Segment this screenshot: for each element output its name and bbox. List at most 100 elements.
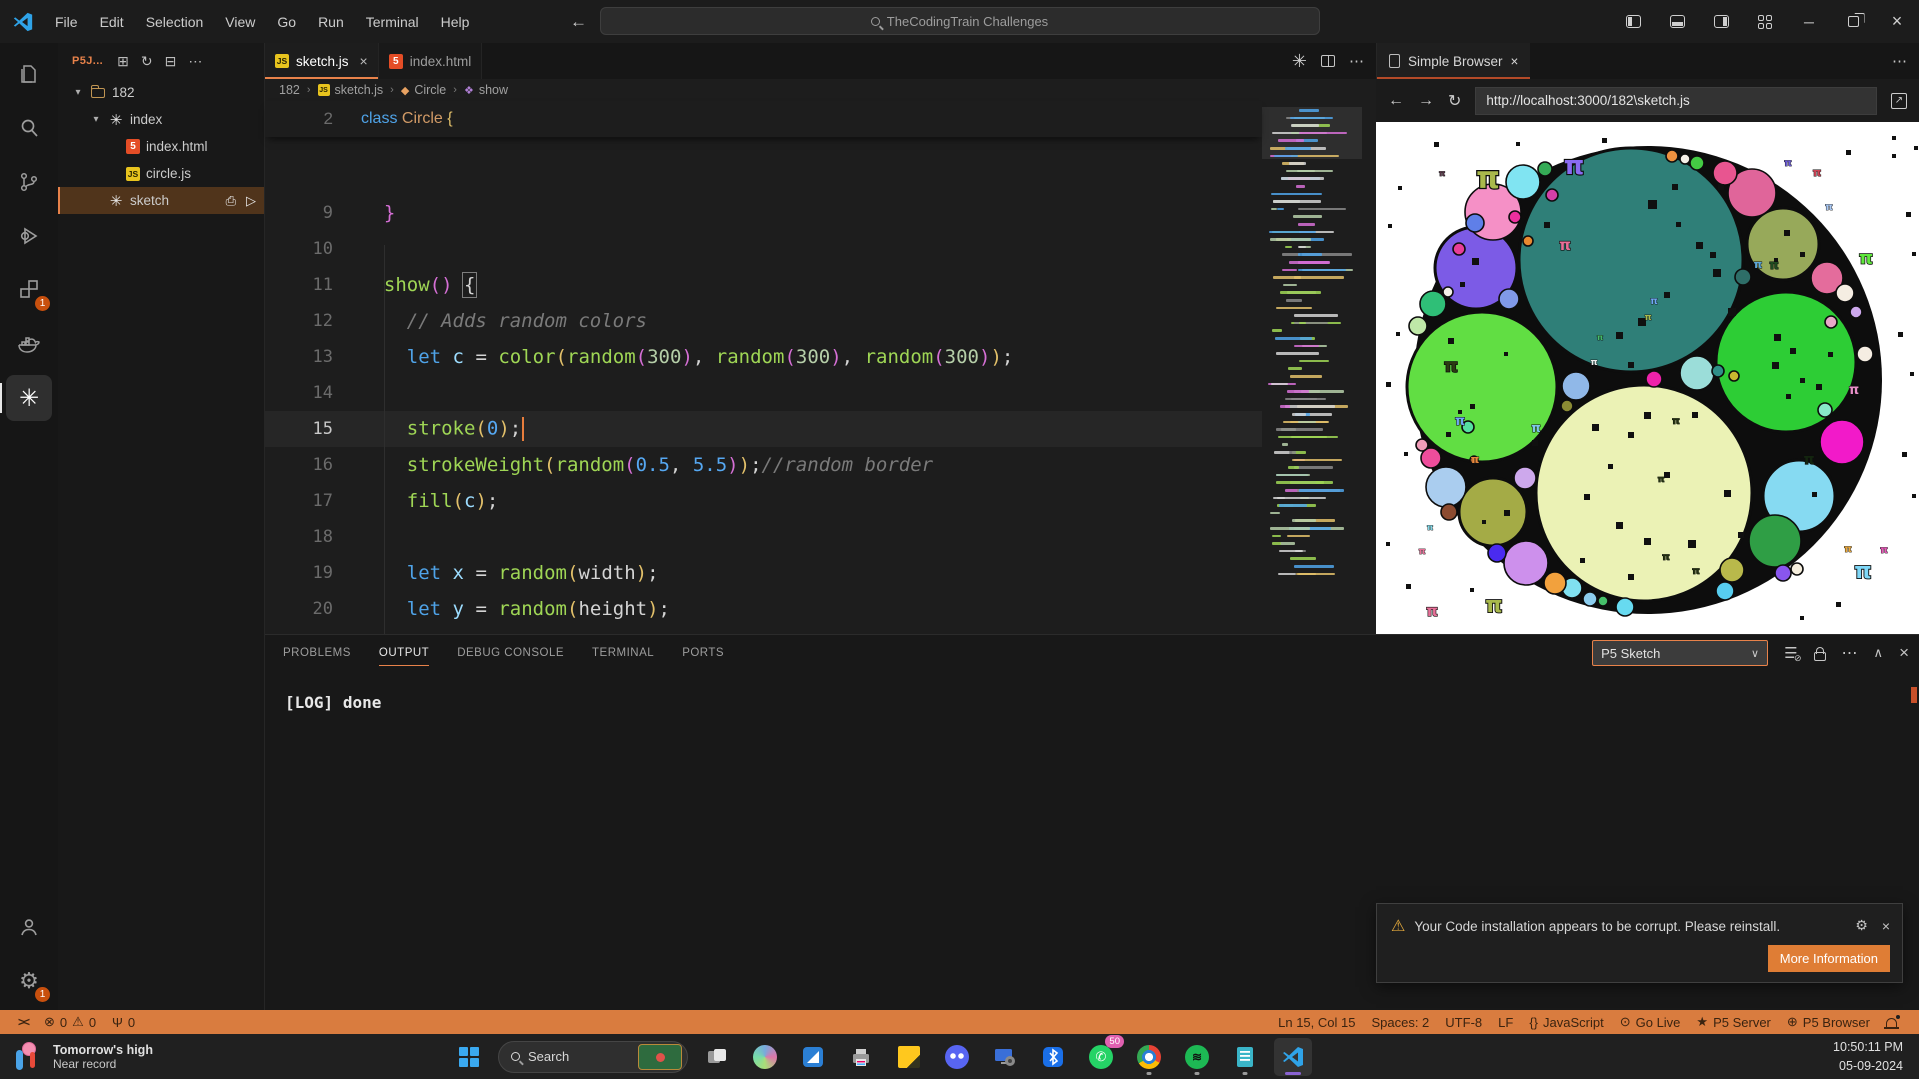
open-external-icon[interactable]: ↗ <box>1891 93 1907 109</box>
status-utf-8[interactable]: UTF-8 <box>1437 1015 1490 1030</box>
code-line[interactable]: 17 fill(c); <box>265 483 1262 519</box>
account-icon[interactable] <box>6 904 52 950</box>
menu-run[interactable]: Run <box>307 9 355 35</box>
status-ln-15-col-15[interactable]: Ln 15, Col 15 <box>1270 1015 1363 1030</box>
taskbar-clock[interactable]: 10:50:11 PM 05-09-2024 <box>1833 1038 1919 1076</box>
more-actions-icon[interactable]: ⋯ <box>188 53 202 70</box>
collapse-icon[interactable]: ⊟ <box>165 53 177 70</box>
copilot-icon[interactable] <box>746 1038 784 1076</box>
breadcrumb-method[interactable]: show <box>479 83 508 97</box>
refresh-icon[interactable]: ↻ <box>141 53 153 70</box>
panel-tab-ports[interactable]: PORTS <box>682 635 724 671</box>
close-panel-icon[interactable]: × <box>1899 643 1909 663</box>
source-control-icon[interactable] <box>6 159 52 205</box>
tab-sketch-js[interactable]: JS sketch.js × <box>265 43 379 79</box>
breadcrumb-folder[interactable]: 182 <box>279 83 300 97</box>
code-editor[interactable]: 9 }1011 show() {12 // Adds random colors… <box>265 101 1262 634</box>
status-go-live[interactable]: ⊙Go Live <box>1612 1014 1689 1030</box>
split-editor-icon[interactable] <box>1321 55 1335 67</box>
code-line[interactable]: 16 strokeWeight(random(0.5, 5.5));//rand… <box>265 447 1262 483</box>
chrome-icon[interactable] <box>1130 1038 1168 1076</box>
tree-item-182[interactable]: ▾182 <box>58 79 264 106</box>
search-view-icon[interactable] <box>6 105 52 151</box>
code-line[interactable]: 20 let y = random(height); <box>265 591 1262 627</box>
tree-item-circle-js[interactable]: JScircle.js <box>58 160 264 187</box>
vscode-taskbar-icon[interactable] <box>1274 1038 1312 1076</box>
export-sketch-icon[interactable]: ⎙ <box>226 193 236 209</box>
panel-tab-problems[interactable]: PROBLEMS <box>283 635 351 671</box>
notification-close-icon[interactable]: × <box>1882 918 1890 934</box>
editor-more-actions-icon[interactable]: ⋯ <box>1349 52 1364 70</box>
notifications-bell[interactable] <box>1878 1018 1909 1027</box>
toggle-secondary-sidebar-icon[interactable] <box>1699 0 1743 43</box>
panel-tab-terminal[interactable]: TERMINAL <box>592 635 654 671</box>
tree-item-sketch[interactable]: ✳sketch⎙▷ <box>58 187 264 214</box>
tree-item-index-html[interactable]: 5index.html <box>58 133 264 160</box>
settings-gear-icon[interactable]: ⚙1 <box>6 958 52 1004</box>
code-line[interactable]: 10 <box>265 231 1262 267</box>
status-p5-server[interactable]: ★P5 Server <box>1688 1014 1778 1030</box>
sticky-notes-icon[interactable] <box>890 1038 928 1076</box>
customize-layout-icon[interactable] <box>1743 0 1787 43</box>
minimize-button[interactable]: ─ <box>1787 0 1831 43</box>
code-line[interactable]: 19 let x = random(width); <box>265 555 1262 591</box>
url-input[interactable]: http://localhost:3000/182\sketch.js <box>1475 87 1877 115</box>
start-button[interactable] <box>450 1038 488 1076</box>
panel-tab-debug-console[interactable]: DEBUG CONSOLE <box>457 635 564 671</box>
new-sketch-icon[interactable]: ⊞ <box>117 53 129 70</box>
code-line[interactable]: 12 // Adds random colors <box>265 303 1262 339</box>
code-line[interactable]: 9 } <box>265 195 1262 231</box>
browser-more-actions-icon[interactable]: ⋯ <box>1892 52 1907 70</box>
command-center-search[interactable]: TheCodingTrain Challenges <box>600 7 1320 35</box>
breadcrumb-file[interactable]: sketch.js <box>335 83 384 97</box>
browser-forward-icon[interactable]: → <box>1418 92 1434 110</box>
menu-file[interactable]: File <box>44 9 89 35</box>
pc-settings-icon[interactable] <box>986 1038 1024 1076</box>
spotify-icon[interactable]: ≋ <box>1178 1038 1216 1076</box>
explorer-icon[interactable] <box>6 51 52 97</box>
code-line[interactable]: 11 show() { <box>265 267 1262 303</box>
bluetooth-icon[interactable] <box>1034 1038 1072 1076</box>
taskbar-search[interactable]: Search <box>498 1041 688 1073</box>
docker-icon[interactable] <box>6 321 52 367</box>
panel-more-actions-icon[interactable]: ⋯ <box>1842 643 1858 663</box>
code-line[interactable]: 18 <box>265 519 1262 555</box>
printer-icon[interactable] <box>842 1038 880 1076</box>
sticky-scroll-line[interactable]: 2class Circle { <box>265 101 1262 137</box>
menu-selection[interactable]: Selection <box>135 9 215 35</box>
browser-reload-icon[interactable]: ↻ <box>1448 91 1461 111</box>
p5-view-icon[interactable]: ✳ <box>6 375 52 421</box>
menu-terminal[interactable]: Terminal <box>355 9 430 35</box>
menu-help[interactable]: Help <box>430 9 481 35</box>
code-line[interactable]: 14 <box>265 375 1262 411</box>
toggle-panel-icon[interactable] <box>1655 0 1699 43</box>
status-spaces-2[interactable]: Spaces: 2 <box>1363 1015 1437 1030</box>
notepad-icon[interactable] <box>1226 1038 1264 1076</box>
run-debug-icon[interactable] <box>6 213 52 259</box>
code-line[interactable]: 2class Circle { <box>265 101 1262 137</box>
code-line[interactable]: 13 let c = color(random(300), random(300… <box>265 339 1262 375</box>
status-javascript[interactable]: {}JavaScript <box>1521 1015 1611 1030</box>
nav-back-icon[interactable]: ← <box>570 12 587 32</box>
menu-go[interactable]: Go <box>266 9 307 35</box>
whatsapp-icon[interactable]: ✆50 <box>1082 1038 1120 1076</box>
status-lf[interactable]: LF <box>1490 1015 1521 1030</box>
tab-index-html[interactable]: 5 index.html <box>379 43 483 79</box>
menu-edit[interactable]: Edit <box>89 9 135 35</box>
tab-close-icon[interactable]: × <box>360 53 368 69</box>
run-sketch-icon[interactable]: ▷ <box>246 193 256 209</box>
minimap[interactable] <box>1262 101 1362 634</box>
clear-output-icon[interactable]: ☰ <box>1784 644 1797 662</box>
editor-scrollbar[interactable] <box>1362 101 1376 634</box>
tab-close-icon[interactable]: × <box>1511 54 1519 69</box>
problems-status[interactable]: ⊗0 ⚠0 <box>36 1014 104 1030</box>
extensions-icon[interactable]: 1 <box>6 267 52 313</box>
notification-settings-gear-icon[interactable]: ⚙ <box>1855 918 1868 934</box>
ports-status[interactable]: Ψ0 <box>104 1015 143 1030</box>
tree-item-index[interactable]: ▾✳index <box>58 106 264 133</box>
code-line[interactable]: 21 <box>265 627 1262 634</box>
p5-run-icon[interactable]: ✳ <box>1292 51 1307 72</box>
menu-view[interactable]: View <box>214 9 266 35</box>
maximize-panel-icon[interactable]: ∧ <box>1874 645 1884 661</box>
output-channel-select[interactable]: P5 Sketch ∨ <box>1592 640 1768 666</box>
